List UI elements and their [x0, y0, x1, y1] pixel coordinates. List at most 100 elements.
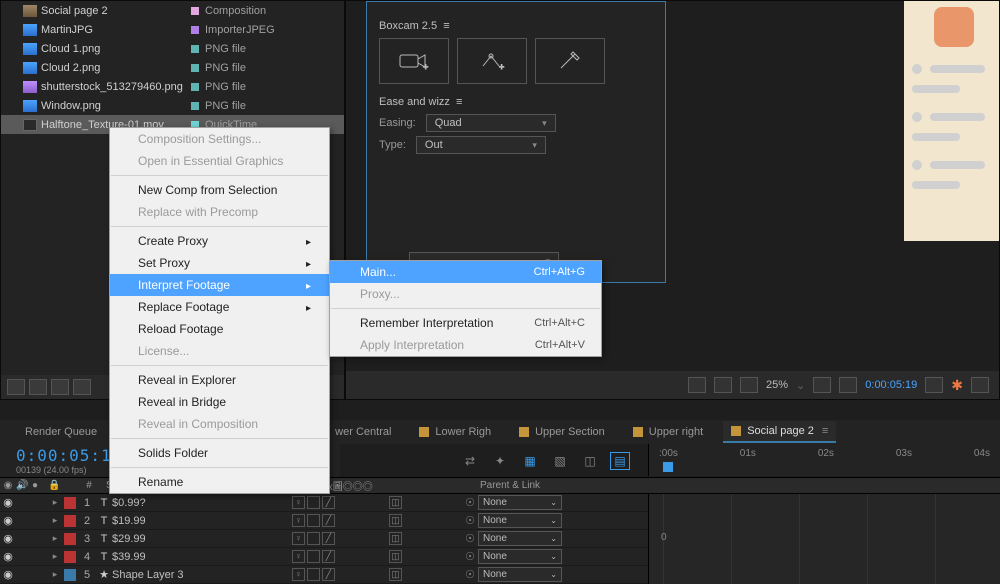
folder-button[interactable]: [29, 379, 47, 395]
comp-tab[interactable]: Upper right: [625, 421, 711, 443]
search-icon[interactable]: ⇄: [460, 452, 480, 470]
shy-switch[interactable]: ♀: [292, 514, 305, 527]
visibility-toggle-icon[interactable]: ◉: [0, 514, 16, 527]
solo-column-icon[interactable]: ●: [32, 480, 48, 491]
pickwhip-icon[interactable]: ☉: [462, 532, 478, 545]
comp-tab[interactable]: Lower Righ: [411, 421, 499, 443]
twirl-icon[interactable]: ▸: [48, 515, 62, 526]
layer-label-swatch[interactable]: [64, 551, 76, 563]
lock-column-icon[interactable]: 🔒: [48, 480, 64, 491]
twirl-icon[interactable]: ▸: [48, 551, 62, 562]
twirl-icon[interactable]: ▸: [48, 497, 62, 508]
parent-dropdown[interactable]: None⌄: [478, 531, 562, 546]
parent-dropdown[interactable]: None⌄: [478, 549, 562, 564]
menu-item[interactable]: Interpret Footage: [110, 274, 329, 296]
visibility-toggle-icon[interactable]: ◉: [0, 550, 16, 563]
parent-dropdown[interactable]: None⌄: [478, 495, 562, 510]
bpc-button[interactable]: [7, 379, 25, 395]
mask-icon[interactable]: [714, 377, 732, 393]
collapse-switch[interactable]: [307, 514, 320, 527]
res-icon[interactable]: [813, 377, 831, 393]
shy-icon[interactable]: ✦: [490, 452, 510, 470]
parent-column[interactable]: Parent & Link: [470, 480, 540, 491]
timeline-ruler[interactable]: :00s01s02s03s04s: [648, 444, 1000, 476]
type-dropdown[interactable]: Out: [416, 136, 546, 154]
quality-switch[interactable]: ╱: [322, 550, 335, 563]
motion-blur-icon[interactable]: ▧: [550, 452, 570, 470]
collapse-switch[interactable]: [307, 532, 320, 545]
visibility-toggle-icon[interactable]: ◉: [0, 532, 16, 545]
quality-switch[interactable]: ╱: [322, 568, 335, 581]
menu-item[interactable]: Create Proxy: [110, 230, 329, 252]
color-icon[interactable]: ✱: [951, 377, 963, 394]
menu-item[interactable]: Reveal in Bridge: [110, 391, 329, 413]
project-item[interactable]: MartinJPG ImporterJPEG: [1, 20, 344, 39]
menu-item[interactable]: Reload Footage: [110, 318, 329, 340]
boxcam-null-icon[interactable]: +: [457, 38, 527, 84]
collapse-switch[interactable]: [307, 568, 320, 581]
audio-column-icon[interactable]: 🔊: [16, 480, 32, 491]
collapse-switch[interactable]: [307, 550, 320, 563]
project-item[interactable]: Window.png PNG file: [1, 96, 344, 115]
menu-item[interactable]: Replace Footage: [110, 296, 329, 318]
comp-tab[interactable]: Social page 2≡: [723, 421, 836, 443]
menu-item[interactable]: New Comp from Selection: [110, 179, 329, 201]
boxcam-settings-icon[interactable]: [535, 38, 605, 84]
3d-switch[interactable]: ◫: [389, 550, 402, 563]
shy-switch[interactable]: ♀: [292, 568, 305, 581]
collapse-switch[interactable]: [307, 496, 320, 509]
visibility-toggle-icon[interactable]: ◉: [0, 568, 16, 581]
3d-switch[interactable]: ◫: [389, 496, 402, 509]
quality-switch[interactable]: ╱: [322, 496, 335, 509]
parent-dropdown[interactable]: None⌄: [478, 567, 562, 582]
shy-switch[interactable]: ♀: [292, 532, 305, 545]
pickwhip-icon[interactable]: ☉: [462, 568, 478, 581]
layer-label-swatch[interactable]: [64, 497, 76, 509]
menu-item[interactable]: Set Proxy: [110, 252, 329, 274]
comp-tab[interactable]: Upper Section: [511, 421, 613, 443]
pickwhip-icon[interactable]: ☉: [462, 496, 478, 509]
trash-button[interactable]: [73, 379, 91, 395]
pickwhip-icon[interactable]: ☉: [462, 514, 478, 527]
layer-name[interactable]: $39.99: [112, 551, 292, 563]
project-item[interactable]: Social page 2 Composition: [1, 1, 344, 20]
3d-switch[interactable]: ◫: [389, 514, 402, 527]
menu-item[interactable]: Reveal in Explorer: [110, 369, 329, 391]
transparency-icon[interactable]: [839, 377, 857, 393]
number-column[interactable]: #: [78, 480, 100, 491]
graph-icon[interactable]: ◫: [580, 452, 600, 470]
snapshot-icon[interactable]: [925, 377, 943, 393]
layer-name[interactable]: $19.99: [112, 515, 292, 527]
shy-switch[interactable]: ♀: [292, 496, 305, 509]
layer-name[interactable]: $29.99: [112, 533, 292, 545]
project-item[interactable]: Cloud 1.png PNG file: [1, 39, 344, 58]
layer-name[interactable]: Shape Layer 3: [112, 569, 292, 581]
preview-canvas[interactable]: [904, 1, 999, 241]
boxcam-camera-icon[interactable]: +: [379, 38, 449, 84]
shy-switch[interactable]: ♀: [292, 550, 305, 563]
twirl-icon[interactable]: ▸: [48, 569, 62, 580]
timeline-track-area[interactable]: 0: [648, 494, 1000, 584]
frame-blend-icon[interactable]: ▦: [520, 452, 540, 470]
parent-dropdown[interactable]: None⌄: [478, 513, 562, 528]
render-queue-tab[interactable]: Render Queue: [25, 426, 97, 438]
layer-label-swatch[interactable]: [64, 533, 76, 545]
visibility-column-icon[interactable]: ◉: [0, 480, 16, 491]
graph-editor-icon[interactable]: ▤: [610, 452, 630, 470]
twirl-icon[interactable]: ▸: [48, 533, 62, 544]
layer-label-swatch[interactable]: [64, 569, 76, 581]
grid-icon[interactable]: [688, 377, 706, 393]
3d-switch[interactable]: ◫: [389, 568, 402, 581]
menu-item[interactable]: Rename: [110, 471, 329, 493]
zoom-level[interactable]: 25%: [766, 379, 788, 391]
tab-menu-icon[interactable]: ≡: [822, 425, 828, 437]
layer-label-swatch[interactable]: [64, 515, 76, 527]
3d-switch[interactable]: ◫: [389, 532, 402, 545]
submenu-item[interactable]: Main...Ctrl+Alt+G: [330, 261, 601, 283]
layer-name[interactable]: $0.99?: [112, 497, 292, 509]
playhead-icon[interactable]: [663, 462, 673, 472]
submenu-item[interactable]: Remember InterpretationCtrl+Alt+C: [330, 312, 601, 334]
footer-timecode[interactable]: 0:00:05:19: [865, 379, 917, 391]
new-comp-button[interactable]: [51, 379, 69, 395]
project-item[interactable]: shutterstock_513279460.png PNG file: [1, 77, 344, 96]
